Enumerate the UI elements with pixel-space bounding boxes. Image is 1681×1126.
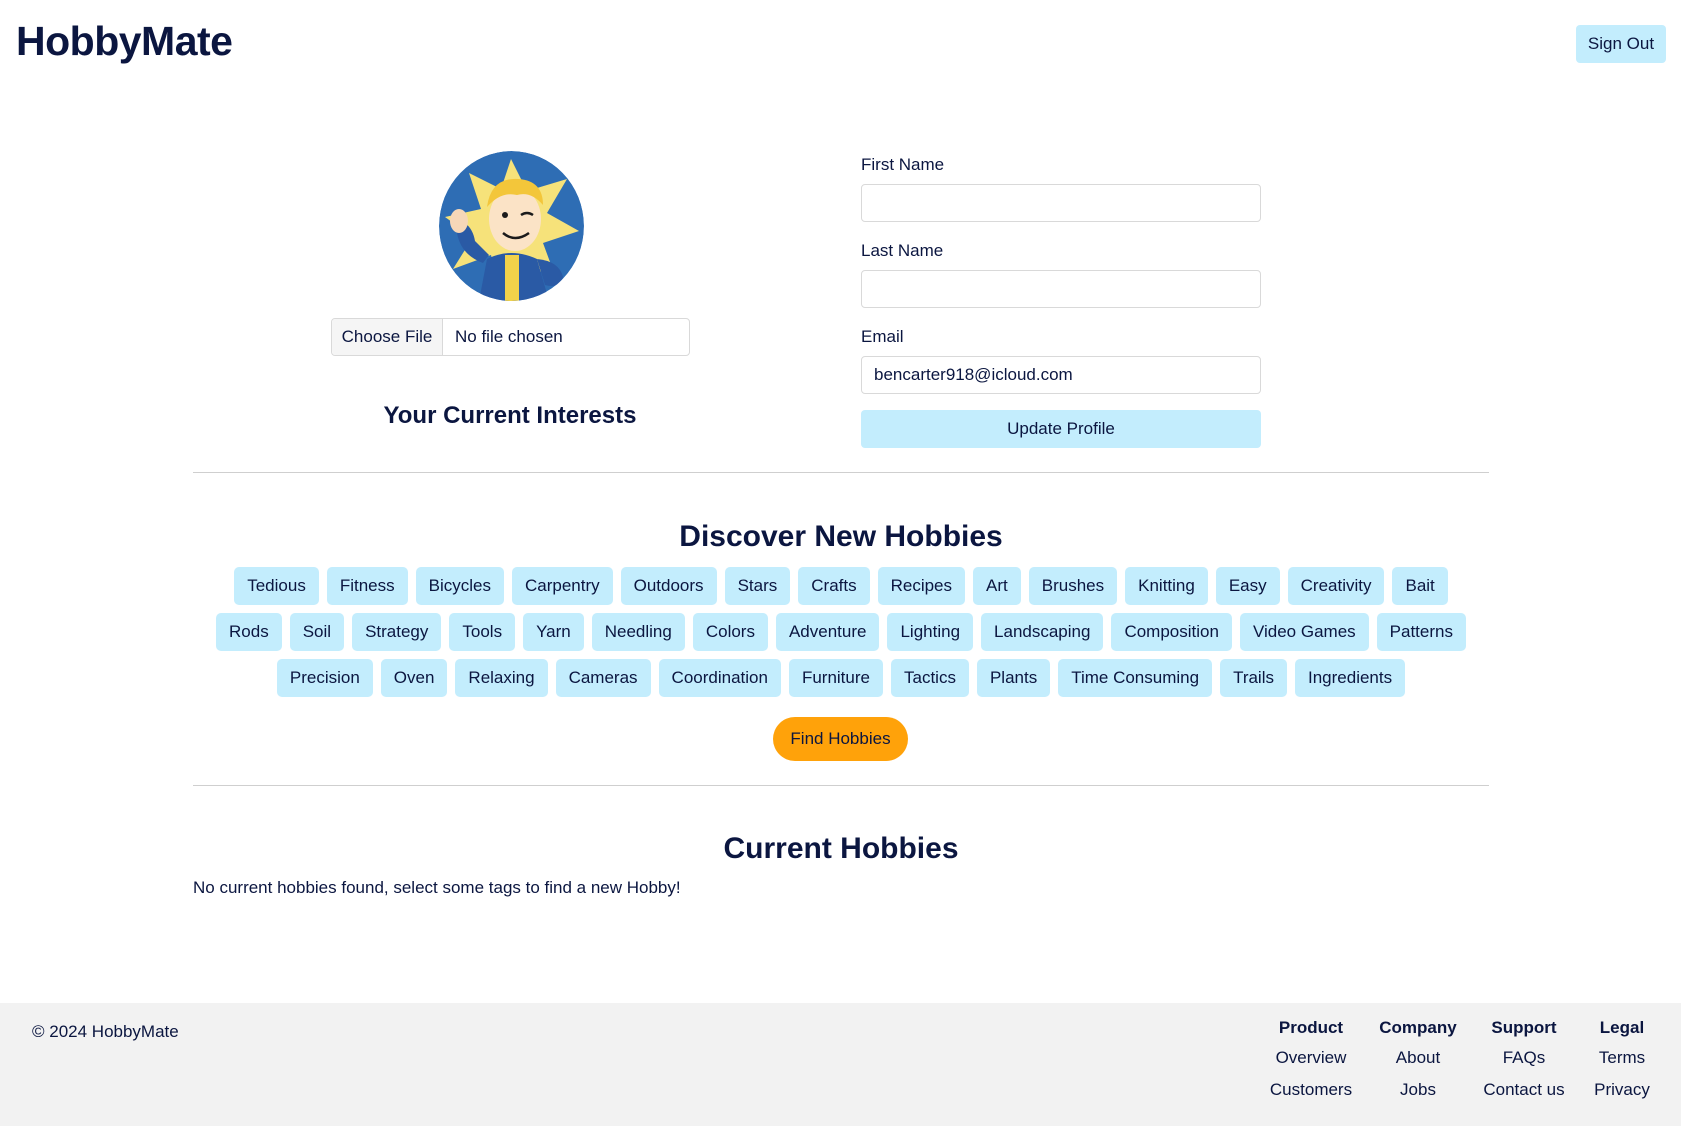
- page: HobbyMate Sign Out Choose File No file c…: [0, 0, 1681, 1126]
- hobby-tag[interactable]: Tactics: [890, 659, 969, 697]
- footer-column-heading: Product: [1278, 1018, 1344, 1037]
- hobby-tag[interactable]: Bait: [1392, 567, 1448, 605]
- hobby-tag[interactable]: Plants: [976, 659, 1051, 697]
- current-hobbies-heading: Current Hobbies: [723, 832, 959, 865]
- file-status-text: No file chosen: [455, 327, 563, 346]
- footer-link[interactable]: Jobs: [1363, 1080, 1473, 1112]
- hobby-tag[interactable]: Brushes: [1028, 567, 1118, 605]
- hobby-tag[interactable]: Bicycles: [415, 567, 504, 605]
- hobby-tag[interactable]: Tools: [449, 613, 516, 651]
- copyright-text: © 2024 HobbyMate: [32, 1022, 179, 1041]
- hobby-tag[interactable]: Precision: [276, 659, 373, 697]
- hobby-tag[interactable]: Relaxing: [455, 659, 548, 697]
- hobby-tag[interactable]: Art: [973, 567, 1021, 605]
- hobby-tag[interactable]: Landscaping: [981, 613, 1104, 651]
- header: HobbyMate Sign Out: [0, 0, 1681, 88]
- footer-link[interactable]: Contact us: [1469, 1080, 1579, 1112]
- hobby-tag[interactable]: Trails: [1220, 659, 1287, 697]
- hobby-tag[interactable]: Yarn: [523, 613, 584, 651]
- divider: [193, 785, 1489, 786]
- footer-link[interactable]: Overview: [1256, 1048, 1366, 1080]
- footer-column-product: Product Overview Customers: [1256, 1018, 1366, 1112]
- hobby-tag[interactable]: Needling: [591, 613, 685, 651]
- last-name-field[interactable]: [861, 270, 1261, 308]
- find-hobbies-button[interactable]: Find Hobbies: [773, 717, 908, 761]
- hobby-tag[interactable]: Strategy: [352, 613, 442, 651]
- footer-link[interactable]: Customers: [1256, 1080, 1366, 1112]
- hobby-tag[interactable]: Creativity: [1287, 567, 1385, 605]
- current-interests-heading: Your Current Interests: [383, 402, 637, 429]
- footer-link[interactable]: Privacy: [1567, 1080, 1677, 1112]
- hobby-tag[interactable]: Outdoors: [620, 567, 717, 605]
- hobby-tag-list: Tedious Fitness Bicycles Carpentry Outdoors S…: [193, 567, 1489, 697]
- hobby-tag[interactable]: Fitness: [326, 567, 408, 605]
- hobby-tag[interactable]: Time Consuming: [1058, 659, 1213, 697]
- empty-hobbies-message: No current hobbies found, select some ta…: [193, 878, 681, 897]
- sign-out-button[interactable]: Sign Out: [1576, 25, 1666, 63]
- last-name-label: Last Name: [861, 241, 944, 260]
- divider: [193, 472, 1489, 473]
- hobby-tag[interactable]: Crafts: [798, 567, 870, 605]
- hobby-tag[interactable]: Coordination: [658, 659, 781, 697]
- hobby-tag[interactable]: Soil: [289, 613, 345, 651]
- email-field[interactable]: [861, 356, 1261, 394]
- footer-column-company: Company About Jobs: [1363, 1018, 1473, 1112]
- footer-link[interactable]: Terms: [1567, 1048, 1677, 1080]
- footer-column-legal: Legal Terms Privacy: [1567, 1018, 1677, 1112]
- update-profile-button[interactable]: Update Profile: [861, 410, 1261, 448]
- first-name-label: First Name: [861, 155, 945, 174]
- footer-column-heading: Legal: [1599, 1018, 1645, 1037]
- hobby-tag[interactable]: Easy: [1215, 567, 1280, 605]
- hobby-tag[interactable]: Cameras: [555, 659, 651, 697]
- hobby-tag[interactable]: Adventure: [775, 613, 880, 651]
- choose-file-button[interactable]: Choose File: [332, 319, 443, 355]
- hobby-tag[interactable]: Stars: [724, 567, 791, 605]
- footer-link[interactable]: About: [1363, 1048, 1473, 1080]
- hobby-tag[interactable]: Recipes: [877, 567, 966, 605]
- footer-column-heading: Company: [1379, 1018, 1457, 1037]
- hobby-tag[interactable]: Tedious: [234, 567, 319, 605]
- avatar: [439, 151, 584, 301]
- avatar-file-input[interactable]: Choose File No file chosen: [331, 318, 690, 356]
- hobby-tag[interactable]: Lighting: [887, 613, 974, 651]
- hobby-tag[interactable]: Furniture: [788, 659, 883, 697]
- footer: © 2024 HobbyMate Product Overview Customer…: [0, 1003, 1681, 1126]
- footer-column-heading: Support: [1491, 1018, 1557, 1037]
- hobby-tag[interactable]: Ingredients: [1295, 659, 1406, 697]
- hobby-tag[interactable]: Carpentry: [511, 567, 613, 605]
- footer-column-support: Support FAQs Contact us: [1469, 1018, 1579, 1112]
- hobby-tag[interactable]: Knitting: [1125, 567, 1208, 605]
- hobby-tag[interactable]: Video Games: [1239, 613, 1369, 651]
- hobby-tag[interactable]: Composition: [1111, 613, 1232, 651]
- hobby-tag[interactable]: Colors: [692, 613, 768, 651]
- hobby-tag[interactable]: Patterns: [1376, 613, 1466, 651]
- discover-heading: Discover New Hobbies: [679, 520, 1003, 553]
- hobby-tag[interactable]: Rods: [216, 613, 282, 651]
- email-label: Email: [861, 327, 904, 346]
- app-logo[interactable]: HobbyMate: [16, 18, 233, 65]
- first-name-field[interactable]: [861, 184, 1261, 222]
- hobby-tag[interactable]: Oven: [380, 659, 448, 697]
- footer-link[interactable]: FAQs: [1469, 1048, 1579, 1080]
